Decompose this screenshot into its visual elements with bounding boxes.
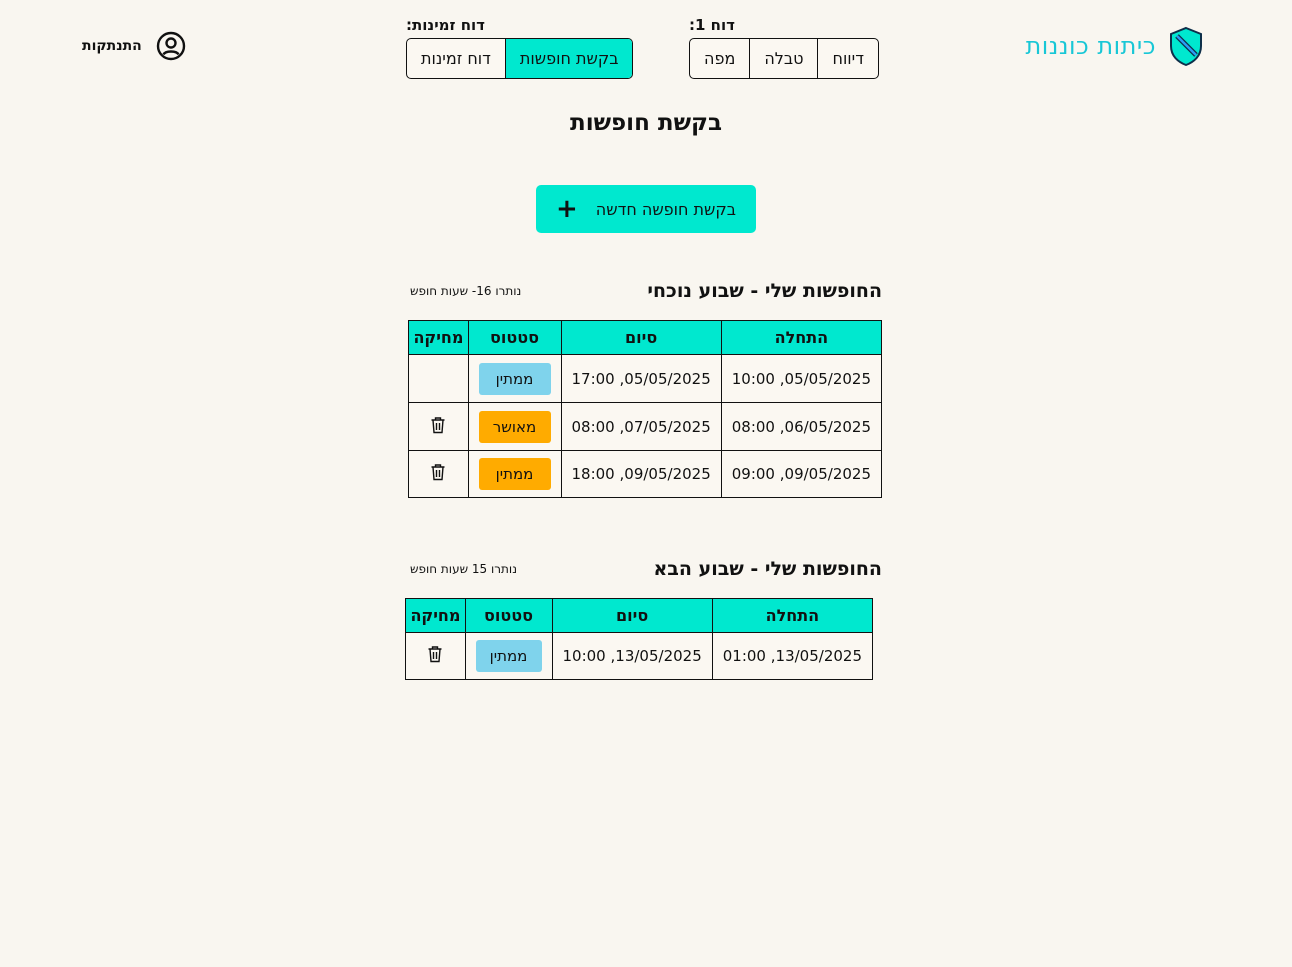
availability-label: דוח זמינות: bbox=[406, 16, 485, 34]
availability-nav: דוח זמינות: בקשת חופשות דוח זמינות bbox=[406, 16, 646, 79]
col-end: סיום bbox=[560, 320, 722, 355]
report-button[interactable]: דיווח bbox=[817, 39, 877, 78]
trash-icon[interactable] bbox=[427, 645, 443, 663]
trash-icon[interactable] bbox=[430, 463, 446, 481]
col-delete: מחיקה bbox=[405, 598, 466, 633]
col-end: סיום bbox=[551, 598, 713, 633]
end-cell: 07/05/2025, 08:00 bbox=[560, 402, 722, 451]
user-circle-icon bbox=[156, 31, 186, 61]
section-title: החופשות שלי - שבוע הבא bbox=[653, 558, 882, 580]
table-row: 06/05/2025, 08:00 07/05/2025, 08:00 מאוש… bbox=[408, 402, 883, 451]
new-request-label: בקשת חופשה חדשה bbox=[595, 199, 736, 219]
end-cell: 05/05/2025, 17:00 bbox=[560, 354, 722, 403]
status-badge: מאושר bbox=[478, 410, 551, 443]
status-badge: ממתין bbox=[475, 640, 542, 672]
report1-label: דוח 1: bbox=[689, 16, 735, 34]
shield-icon bbox=[1168, 26, 1204, 66]
report1-nav: דוח 1: דיווח טבלה מפה bbox=[689, 16, 886, 79]
logout-button[interactable]: התנתקות bbox=[82, 31, 186, 61]
vacation-table: התחלה סיום סטטוס מחיקה 05/05/2025, 10:00… bbox=[408, 320, 883, 498]
logout-label: התנתקות bbox=[82, 38, 142, 54]
remaining-hours: נותרו 15 שעות חופש bbox=[410, 562, 518, 576]
map-button[interactable]: מפה bbox=[690, 39, 749, 78]
vacation-request-tab[interactable]: בקשת חופשות bbox=[504, 39, 633, 78]
new-vacation-request-button[interactable]: בקשת חופשה חדשה + bbox=[536, 185, 756, 233]
end-cell: 13/05/2025, 10:00 bbox=[551, 632, 713, 680]
start-cell: 09/05/2025, 09:00 bbox=[720, 450, 883, 498]
start-cell: 06/05/2025, 08:00 bbox=[720, 402, 883, 451]
availability-report-tab[interactable]: דוח זמינות bbox=[407, 39, 505, 78]
app-logo[interactable]: כיתות כוננות bbox=[1018, 24, 1204, 68]
page-title: בקשת חופשות bbox=[570, 110, 722, 136]
col-delete: מחיקה bbox=[408, 320, 469, 355]
end-cell: 09/05/2025, 18:00 bbox=[560, 450, 722, 498]
table-row: 05/05/2025, 10:00 05/05/2025, 17:00 ממתי… bbox=[408, 354, 883, 403]
table-row: 09/05/2025, 09:00 09/05/2025, 18:00 ממתי… bbox=[408, 450, 883, 498]
delete-cell-empty bbox=[408, 354, 469, 403]
start-cell: 13/05/2025, 01:00 bbox=[711, 632, 874, 680]
current-week-section: החופשות שלי - שבוע נוכחי נותרו 16- שעות … bbox=[408, 280, 883, 498]
start-cell: 05/05/2025, 10:00 bbox=[720, 354, 883, 403]
next-week-section: החופשות שלי - שבוע הבא נותרו 15 שעות חופ… bbox=[405, 558, 882, 680]
col-status: סטטוס bbox=[464, 598, 553, 633]
remaining-hours: נותרו 16- שעות חופש bbox=[410, 284, 522, 298]
col-start: התחלה bbox=[711, 598, 874, 633]
status-badge: ממתין bbox=[478, 458, 551, 490]
plus-icon: + bbox=[556, 194, 578, 224]
table-button[interactable]: טבלה bbox=[749, 39, 817, 78]
col-status: סטטוס bbox=[467, 320, 562, 355]
table-row: 13/05/2025, 01:00 13/05/2025, 10:00 ממתי… bbox=[405, 632, 874, 680]
status-badge: ממתין bbox=[478, 362, 551, 395]
app-title: כיתות כוננות bbox=[1025, 32, 1156, 60]
trash-icon[interactable] bbox=[430, 416, 446, 434]
vacation-table: התחלה סיום סטטוס מחיקה 13/05/2025, 01:00… bbox=[405, 598, 874, 680]
col-start: התחלה bbox=[720, 320, 883, 355]
section-title: החופשות שלי - שבוע נוכחי bbox=[647, 280, 882, 302]
